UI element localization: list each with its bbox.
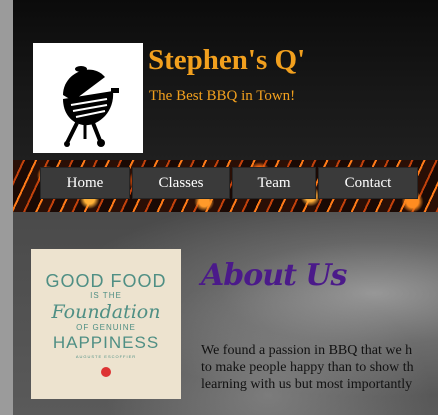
quote-author: AUGUSTE ESCOFFIER [75,354,137,359]
site-title: Stephen's Q' [148,44,306,76]
about-paragraph-line: We found a passion in BBQ that we h [201,343,413,358]
about-heading: About Us [201,258,347,293]
page-left-margin [0,0,13,415]
about-paragraph-line: learning with us but most importantly [201,377,413,392]
main-nav: Home Classes Team Contact [13,160,438,212]
nav-team-button[interactable]: Team [233,168,315,198]
about-paragraph-line: to make people happy than to show th [201,360,414,375]
page: Stephen's Q' The Best BBQ in Town! Home … [13,0,438,415]
about-section: GOOD FOOD IS THE Foundation OF GENUINE H… [13,212,438,415]
site-header: Stephen's Q' The Best BBQ in Town! [13,0,438,160]
nav-contact-button[interactable]: Contact [319,168,417,198]
red-dot-icon [101,367,111,377]
nav-classes-button[interactable]: Classes [133,168,229,198]
quote-line: Foundation [51,301,161,323]
about-paragraph: We found a passion in BBQ that we h to m… [201,342,438,393]
quote-line: GOOD FOOD [45,271,167,291]
quote-line: HAPPINESS [52,333,160,352]
quote-line: OF GENUINE [76,323,136,332]
nav-home-button[interactable]: Home [41,168,129,198]
site-tagline: The Best BBQ in Town! [149,88,296,104]
good-food-quote-image: GOOD FOOD IS THE Foundation OF GENUINE H… [31,249,181,399]
site-logo[interactable] [33,43,143,153]
bbq-grill-icon [63,66,119,147]
quote-line: IS THE [90,291,122,300]
